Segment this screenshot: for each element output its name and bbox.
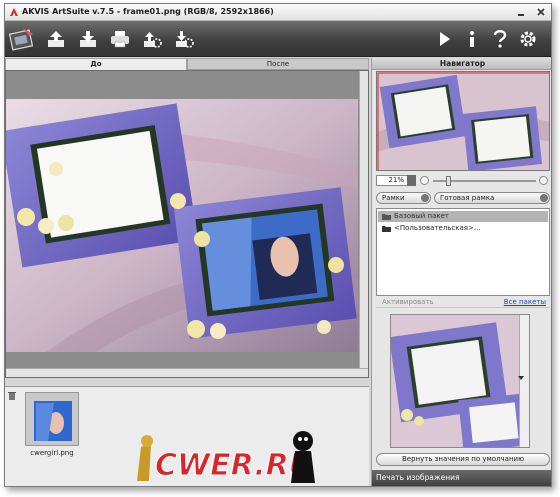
filmstrip-panel: cwergirl.png CWER.RU xyxy=(5,386,369,486)
run-icon[interactable] xyxy=(433,28,455,50)
activate-button[interactable]: Активировать xyxy=(382,296,434,308)
all-packs-link[interactable]: Все пакеты xyxy=(504,296,546,308)
help-icon[interactable] xyxy=(489,28,511,50)
list-item[interactable]: Базовый пакет xyxy=(378,211,548,222)
save-icon[interactable] xyxy=(77,28,99,50)
view-tabs: До После xyxy=(5,58,369,70)
tab-after[interactable]: После xyxy=(187,58,369,70)
export-preset-icon[interactable] xyxy=(141,28,163,50)
frame-preview[interactable] xyxy=(390,314,530,448)
print-panel-header[interactable]: Печать изображения xyxy=(372,470,551,486)
app-window: AKVIS ArtSuite v.7.5 - frame01.png (RGB/… xyxy=(4,3,552,487)
navigator-preview[interactable] xyxy=(376,71,550,171)
zoom-slider-handle[interactable] xyxy=(446,176,451,186)
preview-dropdown-arrow[interactable] xyxy=(518,376,524,380)
right-panel: Навигатор 21% Рамки Готовая рамка Базовы… xyxy=(371,58,551,486)
zoom-out-button[interactable] xyxy=(420,176,429,185)
folder-icon xyxy=(382,226,391,232)
watermark-logo: CWER.RU xyxy=(137,431,315,484)
zoom-field[interactable]: 21% xyxy=(376,175,408,186)
chevron-down-icon xyxy=(540,194,548,202)
app-logo-icon[interactable] xyxy=(8,26,35,52)
window-title: AKVIS ArtSuite v.7.5 - frame01.png (RGB/… xyxy=(22,7,274,16)
settings-icon[interactable] xyxy=(517,28,539,50)
frame-type-value: Рамки xyxy=(382,194,405,202)
navigator-title: Навигатор xyxy=(372,58,551,70)
minimize-button[interactable] xyxy=(515,6,527,18)
open-icon[interactable] xyxy=(45,28,67,50)
watermark-text: CWER.RU xyxy=(155,448,313,483)
chevron-down-icon xyxy=(421,194,429,202)
frame-preset-select[interactable]: Готовая рамка xyxy=(434,192,550,204)
image-thumbnail[interactable] xyxy=(25,392,79,446)
trash-icon[interactable] xyxy=(8,391,16,400)
pack-label: Базовый пакет xyxy=(394,212,450,220)
print-icon[interactable] xyxy=(109,28,131,50)
akvis-logo-icon xyxy=(10,8,18,16)
framed-image xyxy=(6,99,358,352)
folder-icon xyxy=(382,214,391,220)
frame-type-select[interactable]: Рамки xyxy=(376,192,431,204)
list-item[interactable]: <Пользовательская>... xyxy=(378,223,548,234)
title-bar: AKVIS ArtSuite v.7.5 - frame01.png (RGB/… xyxy=(5,4,551,21)
close-button[interactable] xyxy=(535,6,547,18)
reset-defaults-button[interactable]: Вернуть значения по умолчанию xyxy=(376,453,550,466)
canvas-horizontal-scrollbar[interactable] xyxy=(6,368,368,377)
pack-label: <Пользовательская>... xyxy=(394,224,481,232)
info-icon[interactable] xyxy=(461,28,483,50)
frame-preset-value: Готовая рамка xyxy=(440,194,495,202)
pack-actions: Активировать Все пакеты xyxy=(376,296,550,308)
canvas-vertical-scrollbar[interactable] xyxy=(359,71,368,377)
zoom-dropdown-button[interactable] xyxy=(407,175,416,186)
thumbnail-label: cwergirl.png xyxy=(30,449,74,457)
import-preset-icon[interactable] xyxy=(173,28,195,50)
image-canvas[interactable] xyxy=(5,70,369,378)
tab-before[interactable]: До xyxy=(5,58,187,70)
preview-scrollbar[interactable] xyxy=(519,315,529,447)
toolbar xyxy=(5,21,551,57)
zoom-controls: 21% xyxy=(376,175,550,187)
frame-pack-list: Базовый пакет <Пользовательская>... xyxy=(376,208,550,296)
zoom-in-button[interactable] xyxy=(539,176,548,185)
